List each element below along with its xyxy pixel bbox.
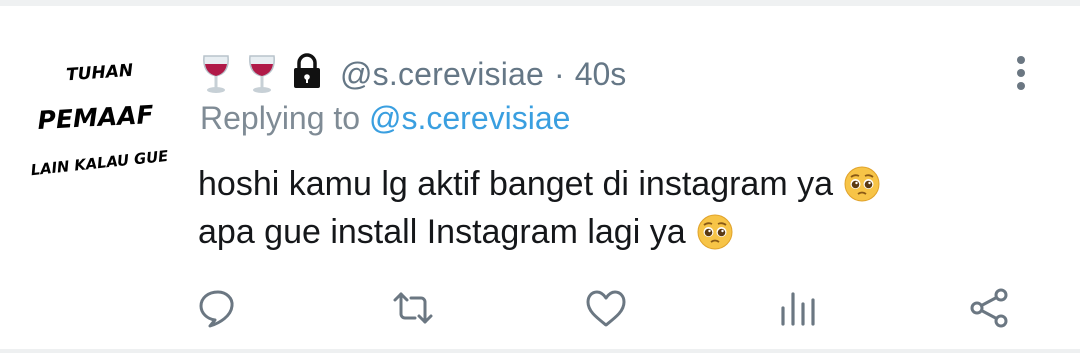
avatar-text-2: PEMAAF	[37, 100, 154, 135]
tweet-text: hoshi kamu lg aktif banget di instagram …	[198, 160, 881, 256]
analytics-icon[interactable]	[774, 284, 822, 332]
separator-dot: ·	[554, 55, 565, 92]
more-options-icon[interactable]	[1006, 52, 1036, 92]
timestamp[interactable]: 40s	[575, 56, 627, 93]
replying-prefix: Replying to	[200, 100, 361, 136]
replying-handle-link[interactable]: @s.cerevisiae	[369, 100, 570, 136]
share-icon[interactable]	[966, 284, 1014, 332]
avatar[interactable]: TUHAN PEMAAF LAIN KALAU GUE	[28, 46, 178, 196]
bottom-divider	[0, 349, 1080, 353]
avatar-text-1: TUHAN	[66, 61, 134, 86]
retweet-icon[interactable]	[389, 284, 437, 332]
avatar-text-3: LAIN KALAU GUE	[30, 147, 170, 179]
wine-glass-icon	[198, 52, 234, 96]
reply-icon[interactable]	[194, 284, 242, 332]
tweet-text-line-1: hoshi kamu lg aktif banget di instagram …	[198, 165, 834, 203]
avatar-logo: TUHAN PEMAAF LAIN KALAU GUE	[30, 61, 170, 179]
tweet-header: @s.cerevisiae · 40s	[198, 46, 626, 102]
tweet-text-line-2: apa gue install Instagram lagi ya	[198, 213, 686, 251]
replying-to: Replying to @s.cerevisiae	[200, 100, 570, 137]
pleading-face-icon	[696, 213, 734, 251]
lock-icon	[290, 52, 326, 96]
pleading-face-icon	[843, 165, 881, 203]
wine-glass-icon	[244, 52, 280, 96]
tweet-actions	[0, 284, 1080, 332]
top-divider	[0, 0, 1080, 6]
like-icon[interactable]	[582, 284, 630, 332]
author-handle[interactable]: @s.cerevisiae	[340, 56, 544, 93]
